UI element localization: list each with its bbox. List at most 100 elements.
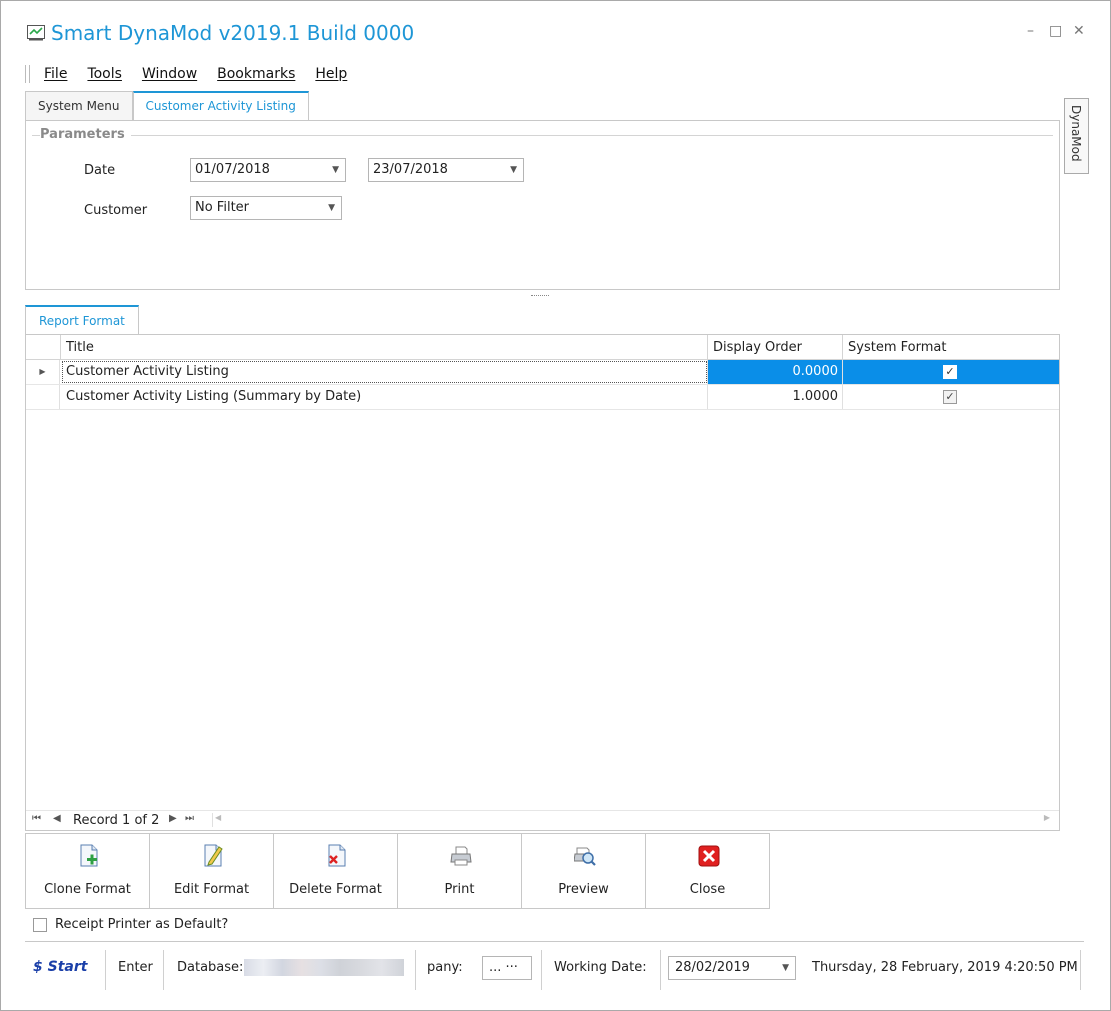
table-row[interactable]: ▶ Customer Activity Listing 0.0000 ✓ [26,360,1059,385]
start-label: Start [47,959,88,975]
menu-bar: File Tools Window Bookmarks Help [25,63,367,85]
date-label: Date [84,163,116,178]
menu-help[interactable]: Help [315,66,347,82]
header-title[interactable]: Title [61,335,708,360]
chevron-down-icon: ▼ [332,165,339,175]
date-to-combo[interactable]: 23/07/2018 ▼ [368,158,524,182]
first-record-icon[interactable]: ⏮ [32,813,41,824]
date-from-combo[interactable]: 01/07/2018 ▼ [190,158,346,182]
cell-title[interactable]: Customer Activity Listing [61,360,708,384]
print-label: Print [444,882,475,897]
close-button[interactable]: Close [645,833,770,909]
printer-icon [450,846,472,866]
customer-combo[interactable]: No Filter ▼ [190,196,342,220]
customer-value: No Filter [195,200,250,215]
side-tab-dynamod[interactable]: DynaMod [1064,98,1089,174]
customer-label: Customer [84,203,148,218]
tab-report-format[interactable]: Report Format [25,305,139,335]
working-date-combo[interactable]: 28/02/2019 ▼ [668,956,796,980]
status-separator [415,950,416,990]
print-button[interactable]: Print [397,833,522,909]
date-from-value: 01/07/2018 [195,162,270,177]
edit-format-button[interactable]: Edit Format [149,833,274,909]
clone-format-button[interactable]: Clone Format [25,833,150,909]
menu-tools[interactable]: Tools [87,66,122,82]
chevron-down-icon: ▼ [782,963,789,973]
header-display-order[interactable]: Display Order [708,335,843,360]
grid-header: Title Display Order System Format [26,335,1059,360]
delete-format-label: Delete Format [289,882,382,897]
cell-system-format[interactable]: ✓ [843,385,1059,409]
minimize-icon[interactable]: – [1027,23,1034,39]
edit-format-label: Edit Format [173,882,250,897]
status-separator [105,950,106,990]
edit-format-icon [204,844,223,867]
parameters-divider [32,135,1053,136]
cell-system-format[interactable]: ✓ [843,360,1059,384]
header-system-format[interactable]: System Format [843,335,1059,360]
checkbox-box[interactable] [33,917,47,932]
clone-format-label: Clone Format [44,882,131,897]
working-date-label: Working Date: [554,960,647,975]
close-red-icon [698,845,720,867]
row-indicator [26,385,60,409]
document-tabs: System Menu Customer Activity Listing [25,91,309,120]
table-row[interactable]: Customer Activity Listing (Summary by Da… [26,385,1059,410]
prev-record-icon[interactable]: ◀ [53,813,61,824]
delete-format-button[interactable]: Delete Format [273,833,398,909]
action-toolbar: Clone Format Edit Format Delete Format P… [25,833,770,909]
maximize-icon[interactable]: □ [1049,23,1062,39]
database-label: Database: [177,960,244,975]
scroll-left-icon[interactable]: ◀ [215,813,221,822]
window-title: Smart DynaMod v2019.1 Build 0000 [51,21,415,45]
company-label: pany: [427,960,463,975]
receipt-printer-label: Receipt Printer as Default? [55,917,229,932]
clone-format-icon [80,844,98,867]
menu-file[interactable]: File [44,66,67,82]
record-navigator: ⏮ ◀ Record 1 of 2 ▶ ⏭ ◀ ▶ [26,810,1059,830]
status-separator [541,950,542,990]
row-indicator-icon: ▶ [26,360,60,384]
close-label: Close [689,882,726,897]
app-logo-icon [27,25,45,41]
current-datetime: Thursday, 28 February, 2019 4:20:50 PM [812,960,1078,975]
date-to-value: 23/07/2018 [373,162,448,177]
app-window: Smart DynaMod v2019.1 Build 0000 – □ ✕ F… [0,0,1111,1011]
header-indicator [26,335,61,360]
menu-window[interactable]: Window [142,66,197,82]
status-separator [1080,950,1081,990]
working-date-value: 28/02/2019 [675,960,750,975]
report-format-grid: Title Display Order System Format ▶ Cust… [25,334,1060,831]
receipt-printer-checkbox[interactable]: Receipt Printer as Default? [33,917,228,932]
cell-display-order[interactable]: 1.0000 [708,385,843,409]
scroll-right-icon[interactable]: ▶ [1044,813,1050,822]
start-logo-icon: $ [33,959,43,975]
preview-label: Preview [558,882,609,897]
company-selector[interactable]: ... ··· [482,956,532,980]
checkmark-icon[interactable]: ✓ [943,365,957,379]
horizontal-scrollbar[interactable]: ◀ ▶ [212,813,1052,827]
next-record-icon[interactable]: ▶ [169,813,177,824]
cell-display-order[interactable]: 0.0000 [708,360,843,384]
parameters-legend: Parameters [40,127,131,142]
splitter-handle[interactable] [531,295,549,296]
menu-grip[interactable] [25,65,30,83]
tab-system-menu[interactable]: System Menu [25,91,133,120]
title-bar: Smart DynaMod v2019.1 Build 0000 – □ ✕ [1,1,1110,59]
delete-format-icon [328,844,346,867]
enter-label[interactable]: Enter [118,960,153,975]
side-tab-label: DynaMod [1069,105,1083,162]
status-separator [660,950,661,990]
checkmark-icon[interactable]: ✓ [943,390,957,404]
chevron-down-icon: ▼ [510,165,517,175]
database-value-redacted [244,959,404,976]
status-bar: $ Start Enter Database: pany: ... ··· Wo… [25,941,1084,997]
record-counter: Record 1 of 2 [73,813,160,828]
start-button[interactable]: $ Start [33,959,87,975]
close-window-icon[interactable]: ✕ [1073,23,1085,39]
tab-customer-activity-listing[interactable]: Customer Activity Listing [132,91,309,120]
last-record-icon[interactable]: ⏭ [185,813,194,824]
preview-button[interactable]: Preview [521,833,646,909]
cell-title[interactable]: Customer Activity Listing (Summary by Da… [61,385,708,409]
menu-bookmarks[interactable]: Bookmarks [217,66,295,82]
